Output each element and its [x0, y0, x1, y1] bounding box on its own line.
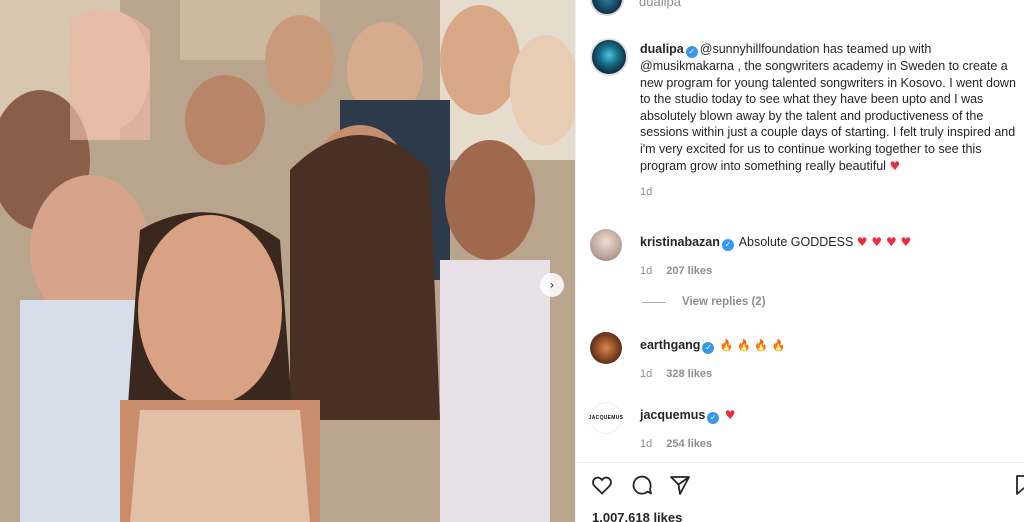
like-heart-icon[interactable]	[590, 473, 614, 497]
caption-text-2: , the songwriters academy in Sweden to c…	[640, 59, 1016, 173]
comment-avatar[interactable]	[590, 332, 622, 364]
jacquemus-logo: JACQUEMUS	[588, 415, 624, 421]
comment-avatar[interactable]	[590, 229, 622, 261]
comment-username[interactable]: jacquemus	[640, 408, 705, 422]
save-bookmark-icon[interactable]	[1012, 473, 1024, 497]
replies-divider	[642, 301, 666, 303]
comment-username[interactable]: kristinabazan	[640, 235, 720, 249]
view-replies-button[interactable]: View replies (2)	[642, 296, 766, 308]
verified-icon: ✓	[721, 239, 734, 251]
comment-meta: 1d 207 likes	[640, 265, 712, 277]
header-username[interactable]: dualipa	[639, 0, 681, 9]
comment-meta: 1d 328 likes	[640, 368, 712, 380]
post-details-pane: dualipa dualipa ✓ @sunnyhillfoundation has…	[575, 0, 1024, 522]
comment-likes[interactable]: 207 likes	[666, 265, 712, 277]
post-photo[interactable]: ›	[0, 0, 575, 522]
caption-text: dualipa ✓ @sunnyhillfoundation has teamed …	[640, 41, 1024, 201]
caption-avatar[interactable]	[590, 38, 628, 76]
next-photo-button[interactable]: ›	[540, 273, 564, 297]
comment-bubble-icon[interactable]	[630, 473, 654, 497]
likes-count[interactable]: 1,007,618 likes	[592, 510, 682, 522]
comment-likes[interactable]: 254 likes	[666, 438, 712, 450]
comment-avatar[interactable]: JACQUEMUS	[588, 402, 624, 434]
share-paper-plane-icon[interactable]	[668, 473, 692, 497]
verified-icon: ✓	[707, 412, 720, 424]
caption-mention-1[interactable]: @sunnyhillfoundation	[700, 42, 820, 56]
comment-body: earthgang ✓ 🔥 🔥 🔥 🔥	[640, 338, 1020, 354]
verified-icon: ✓	[702, 342, 715, 354]
comment-body: kristinabazan ✓ Absolute GODDESS ♥ ♥ ♥ ♥	[640, 235, 1020, 251]
verified-icon: ✓	[685, 46, 698, 58]
comment-time: 1d	[640, 265, 653, 277]
comment-meta: 1d 254 likes	[640, 438, 712, 450]
view-replies-label: View replies (2)	[682, 296, 766, 308]
caption-time: 1d	[640, 186, 653, 199]
comment-time: 1d	[640, 368, 653, 380]
comment-text: Absolute GODDESS	[738, 235, 857, 249]
heart-emoji: ♥ ♥ ♥ ♥	[856, 235, 912, 249]
comment-likes[interactable]: 328 likes	[666, 368, 712, 380]
heart-emoji: ♥	[724, 408, 736, 422]
caption-username[interactable]: dualipa	[640, 42, 684, 56]
caption-text-1: has teamed up with	[819, 42, 932, 56]
fire-emoji: 🔥 🔥 🔥 🔥	[719, 339, 786, 352]
group-selfie-image	[0, 0, 575, 522]
comment-username[interactable]: earthgang	[640, 338, 700, 352]
comment-body: jacquemus ✓ ♥	[640, 408, 1020, 424]
caption-mention-2[interactable]: @musikmakarna	[640, 59, 734, 73]
comment-time: 1d	[640, 438, 653, 450]
header-avatar[interactable]	[590, 0, 624, 16]
chevron-right-icon: ›	[549, 278, 555, 292]
heart-emoji: ♥	[889, 158, 901, 173]
action-bar	[576, 462, 1024, 495]
